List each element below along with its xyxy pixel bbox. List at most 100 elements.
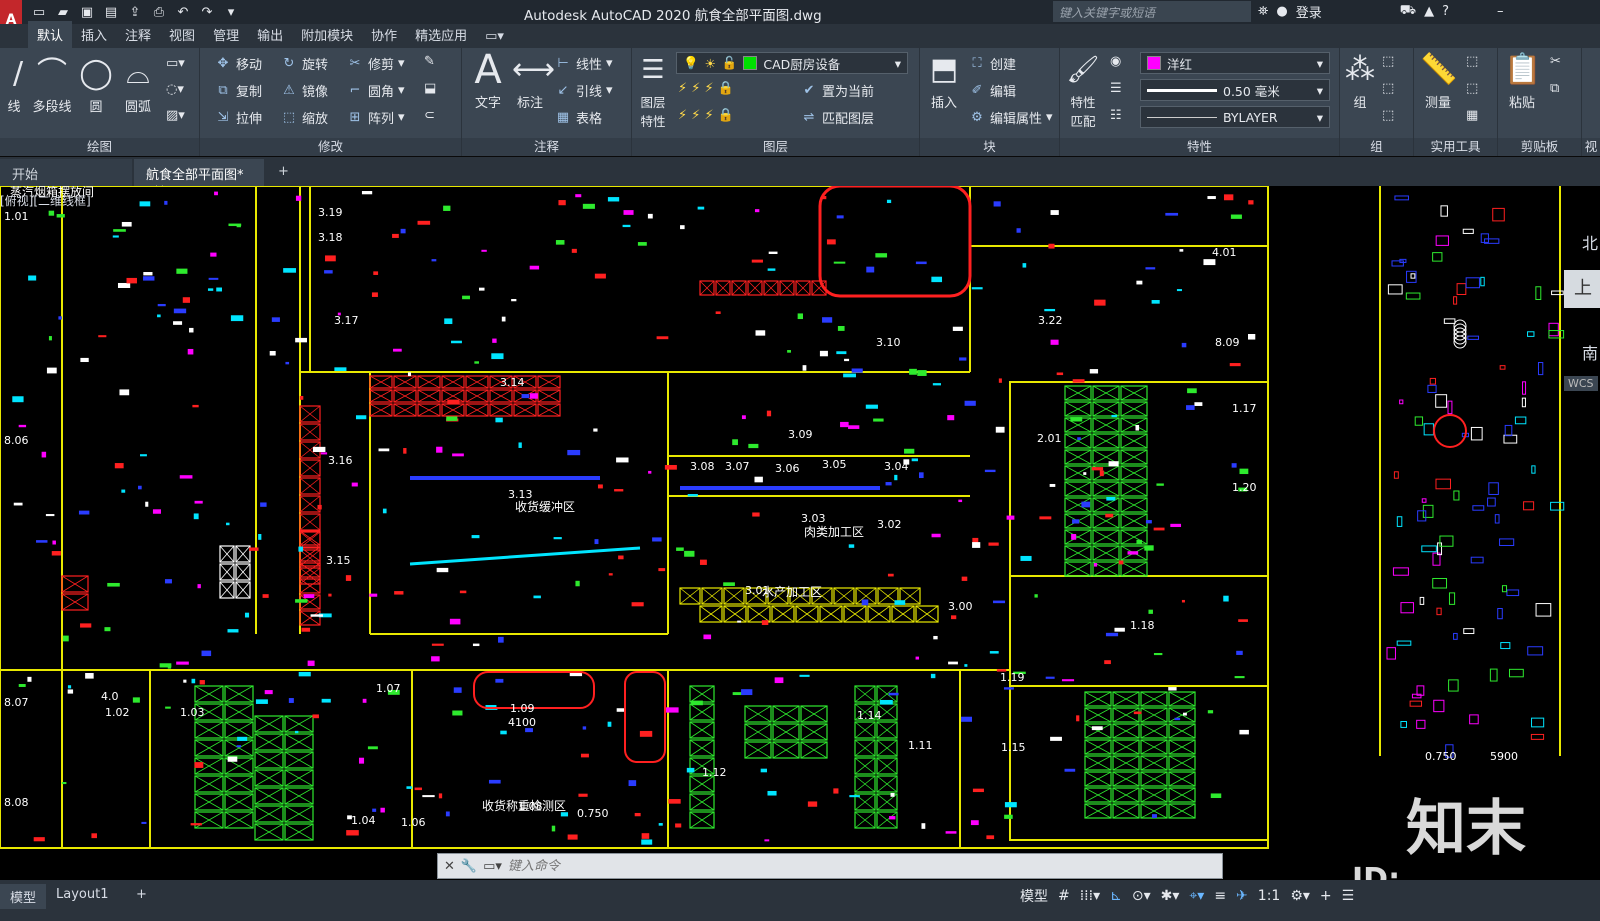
cut-icon[interactable]: ✂ [1550, 54, 1561, 69]
open-folder-icon[interactable]: ▰ [54, 3, 72, 21]
cart-icon[interactable]: ⛟ [1400, 3, 1416, 20]
panel-title-clipboard[interactable]: 剪贴板 [1498, 138, 1581, 156]
undo-icon[interactable]: ↶ [174, 3, 192, 21]
viewcube-south[interactable]: 南 [1582, 340, 1598, 364]
group-selection-icon[interactable]: ⬚ [1382, 108, 1394, 123]
lineweight-toggle-icon[interactable]: ≡ [1214, 888, 1226, 904]
drawing-canvas[interactable]: 3.19 3.18 3.17 3.16 3.15 3.14 3.13 3.10 3.09 3.08… [0, 186, 1600, 880]
linear-dim-tool[interactable]: ⊢ 线性 ▾ [554, 54, 612, 74]
minimize-icon[interactable]: – [1497, 4, 1504, 19]
tab-featured-apps[interactable]: 精选应用 [406, 21, 476, 48]
tab-start[interactable]: 开始 [0, 159, 132, 186]
match-layer-tool[interactable]: ⇌ 匹配图层 [800, 108, 874, 128]
rectangle-icon[interactable]: ▭▾ [166, 56, 185, 71]
text-tool[interactable]: A 文字 [468, 50, 508, 111]
select-all-icon[interactable]: ⬚ [1466, 81, 1478, 96]
calculator-icon[interactable]: ▦ [1466, 108, 1478, 123]
customize-dropdown-icon[interactable]: ▾ [222, 3, 240, 21]
layer-dropdown[interactable]: 💡 ☀ 🔓 CAD厨房设备 ▾ [676, 52, 908, 74]
panel-title-view[interactable]: 视 [1582, 138, 1600, 156]
ortho-icon[interactable]: ⊾ [1110, 888, 1122, 904]
new-file-icon[interactable]: ▭ [30, 3, 48, 21]
edit-block-tool[interactable]: ✐ 编辑 [968, 81, 1016, 101]
tab-manage[interactable]: 管理 [204, 21, 248, 48]
layout-tab-model[interactable]: 模型 [0, 884, 47, 909]
user-icon[interactable]: ● [1276, 4, 1287, 19]
viewcube-top-face[interactable]: 上 [1564, 270, 1600, 308]
color-dropdown[interactable]: 洋红 ▾ [1140, 52, 1330, 74]
panel-title-block[interactable]: 块 [920, 138, 1059, 156]
stretch-tool[interactable]: ⇲ 拉伸 [214, 108, 262, 128]
panel-title-properties[interactable]: 特性 [1060, 138, 1339, 156]
edit-attributes-tool[interactable]: ⚙ 编辑属性 ▾ [968, 108, 1052, 128]
new-tab-icon[interactable]: + [266, 159, 301, 186]
help-icon[interactable]: ? [1442, 4, 1449, 19]
copy-clip-icon[interactable]: ⧉ [1550, 81, 1559, 96]
save-as-icon[interactable]: ▤ [102, 3, 120, 21]
viewport-controls[interactable]: [俯视][二维线框] [0, 192, 91, 209]
panel-title-utilities[interactable]: 实用工具 [1414, 138, 1497, 156]
workspace-gear-icon[interactable]: ⚙▾ [1290, 888, 1310, 904]
scale-tool[interactable]: ⬚ 缩放 [280, 108, 328, 128]
ellipse-icon[interactable]: ◌▾ [166, 82, 184, 97]
offset-icon[interactable]: ⊂ [424, 108, 435, 123]
tab-drawing[interactable]: 航食全部平面图* ✕ [134, 159, 264, 198]
table-tool[interactable]: ▦ 表格 [554, 108, 602, 128]
autodesk-a360-icon[interactable]: ▲ [1424, 4, 1434, 19]
publish-icon[interactable]: ⇪ [126, 3, 144, 21]
tab-output[interactable]: 输出 [248, 21, 292, 48]
grid-icon[interactable]: # [1058, 888, 1070, 904]
search-input[interactable]: 键入关键字或短语 [1053, 1, 1251, 22]
wcs-menu[interactable]: WCS [1564, 376, 1598, 391]
command-input[interactable] [507, 858, 1108, 874]
ribbon-options-icon[interactable]: ▭▾ [476, 25, 513, 48]
panel-title-annotation[interactable]: 注释 [462, 138, 631, 156]
paste-tool[interactable]: 📋 粘贴 [1500, 52, 1544, 111]
color-wheel-icon[interactable]: ◉ [1110, 54, 1121, 69]
annotation-visibility-icon[interactable]: ✈ [1236, 888, 1248, 904]
panel-title-groups[interactable]: 组 [1340, 138, 1413, 156]
ungroup-icon[interactable]: ⬚ [1382, 54, 1394, 69]
snap-icon[interactable]: ⁞⁞⁞▾ [1080, 888, 1100, 904]
match-properties-tool[interactable]: 🖌 特性 匹配 [1064, 52, 1102, 130]
rotate-tool[interactable]: ↻ 旋转 [280, 54, 328, 74]
lineweight-icon[interactable]: ☰ [1110, 81, 1122, 96]
tab-view[interactable]: 视图 [160, 21, 204, 48]
group-edit-icon[interactable]: ⬚ [1382, 81, 1394, 96]
plot-icon[interactable]: ⎙ [150, 3, 168, 21]
tab-default[interactable]: 默认 [28, 21, 73, 48]
group-tool[interactable]: ⁂ 组 [1342, 52, 1378, 111]
lineweight-dropdown[interactable]: 0.50 毫米 ▾ [1140, 79, 1330, 101]
add-icon[interactable]: + [1320, 888, 1332, 904]
layout-tab-layout1[interactable]: Layout1 [46, 884, 118, 905]
viewcube[interactable]: 北 上 南 WCS [1562, 210, 1600, 410]
layer-tools-row-2[interactable]: ⚡ ⚡ ⚡ 🔒 [678, 108, 734, 123]
linetype-dropdown[interactable]: BYLAYER ▾ [1140, 106, 1330, 128]
wrench-icon[interactable]: 🔧 [461, 859, 477, 874]
layer-properties-tool[interactable]: ☰ 图层 特性 [634, 52, 672, 130]
explode-icon[interactable]: ⬓ [424, 81, 436, 96]
login-link[interactable]: 登录 [1296, 2, 1322, 21]
leader-tool[interactable]: ↙ 引线 ▾ [554, 81, 613, 101]
add-layout-icon[interactable]: + [126, 884, 157, 905]
save-icon[interactable]: ▣ [78, 3, 96, 21]
hatch-icon[interactable]: ▨▾ [166, 108, 185, 123]
close-icon[interactable]: ✕ [444, 859, 455, 874]
move-tool[interactable]: ✥ 移动 [214, 54, 262, 74]
erase-icon[interactable]: ✎ [424, 54, 435, 69]
binoculars-icon[interactable]: ⛯ [1258, 4, 1268, 19]
tab-collaborate[interactable]: 协作 [362, 21, 406, 48]
trim-tool[interactable]: ✂ 修剪 ▾ [346, 54, 405, 74]
dimension-tool[interactable]: ⟷ 标注 [510, 52, 555, 111]
tab-annotate[interactable]: 注释 [116, 21, 160, 48]
layer-tools-row-1[interactable]: ⚡ ⚡ ⚡ 🔒 [678, 81, 734, 96]
insert-block-tool[interactable]: ⬒ 插入 [924, 52, 964, 111]
make-current-tool[interactable]: ✔ 置为当前 [800, 81, 874, 101]
annotation-scale[interactable]: 1:1 [1258, 888, 1281, 904]
tab-addins[interactable]: 附加模块 [292, 21, 362, 48]
fillet-tool[interactable]: ⌐ 圆角 ▾ [346, 81, 405, 101]
array-tool[interactable]: ⊞ 阵列 ▾ [346, 108, 405, 128]
quick-select-icon[interactable]: ⬚ [1466, 54, 1478, 69]
mirror-tool[interactable]: ⚠ 镜像 [280, 81, 328, 101]
tab-insert[interactable]: 插入 [72, 21, 116, 48]
